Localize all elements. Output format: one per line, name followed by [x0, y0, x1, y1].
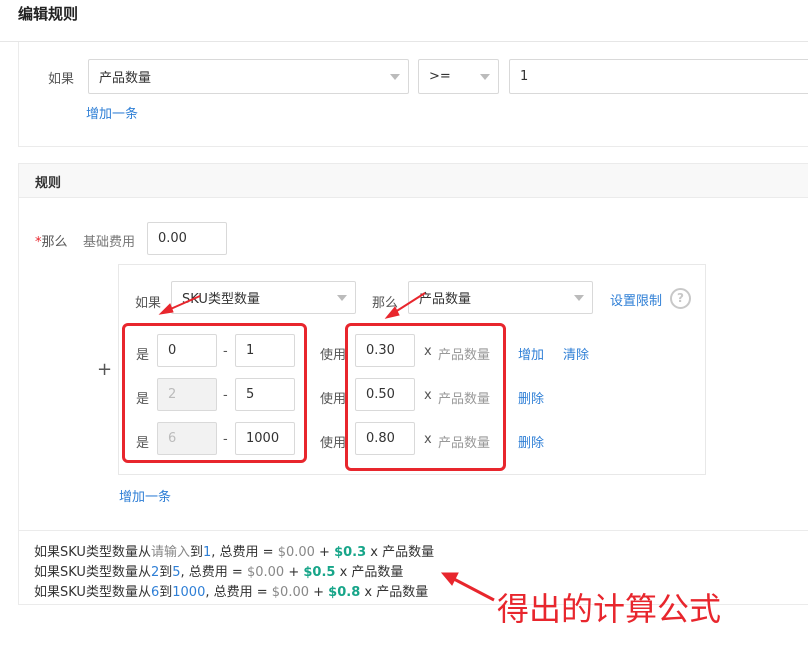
- arrow-icon: [384, 292, 426, 319]
- annotation-caption: 得出的计算公式: [497, 590, 722, 628]
- arrow-icon: [158, 295, 201, 315]
- arrow-icon: [440, 572, 495, 602]
- annotation-arrows: [158, 292, 495, 602]
